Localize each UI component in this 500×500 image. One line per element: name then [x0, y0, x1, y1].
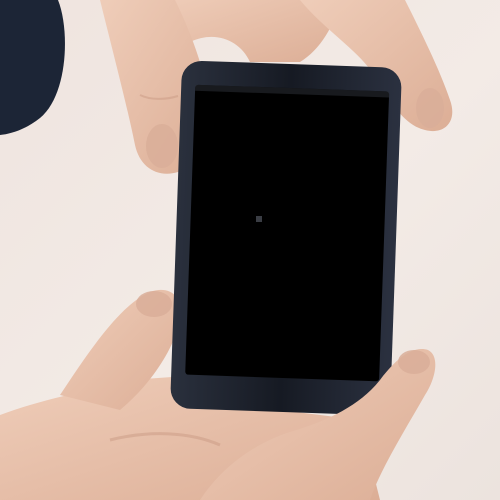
bottom-right-thumbnail	[398, 350, 430, 374]
top-right-thumbnail	[416, 88, 444, 128]
top-left-fingernail	[146, 124, 178, 168]
photo-illustration	[0, 0, 500, 500]
bottom-left-thumbnail	[136, 291, 172, 317]
phone-screen	[185, 84, 390, 382]
front-camera-dot	[256, 216, 262, 222]
smartphone	[170, 60, 402, 416]
photo-scene	[0, 0, 500, 500]
